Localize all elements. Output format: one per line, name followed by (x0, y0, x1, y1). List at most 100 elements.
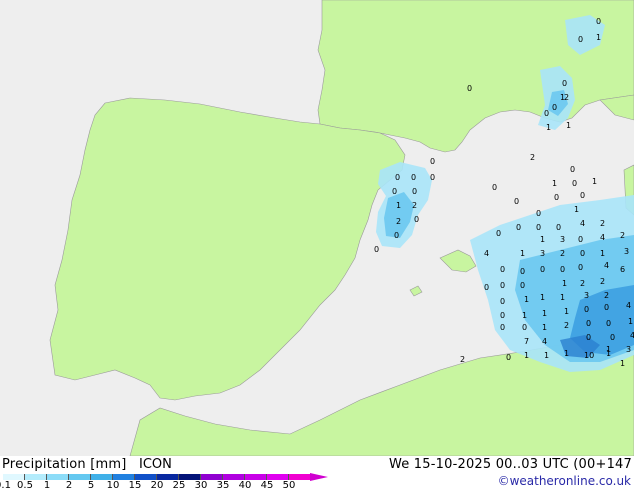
precip-label: 0 (374, 245, 379, 254)
precip-label: 1 (546, 123, 551, 132)
precip-label: 4 (600, 233, 605, 242)
precip-label: 0 (500, 297, 505, 306)
precip-label: 4 (542, 337, 547, 346)
credit-link[interactable]: ©weatheronline.co.uk (498, 474, 631, 488)
precip-label: 2 (600, 219, 605, 228)
precip-label: 2 (580, 279, 585, 288)
precip-label: 1 (620, 359, 625, 368)
precip-label: 0 (578, 235, 583, 244)
precip-label: 0 (411, 173, 416, 182)
precip-label: 1 (524, 351, 529, 360)
precip-label: 0 (392, 187, 397, 196)
precip-label: 3 (626, 345, 631, 354)
precip-label: 2 (396, 217, 401, 226)
precip-label: 0 (430, 173, 435, 182)
precip-label: 3 (540, 249, 545, 258)
precip-label: 0 (467, 84, 472, 93)
precip-label: 1 (600, 249, 605, 258)
precip-label: 0 (560, 265, 565, 274)
precip-label: 2 (460, 355, 465, 364)
precip-label: 1 (592, 177, 597, 186)
precip-label: 0 (606, 319, 611, 328)
precip-label: 1 (540, 293, 545, 302)
precip-label: 0 (520, 281, 525, 290)
precip-label: 0 (484, 283, 489, 292)
precip-label: 3 (584, 291, 589, 300)
precip-label: 6 (620, 265, 625, 274)
precip-label: 4 (604, 261, 609, 270)
precip-label: 0 (394, 231, 399, 240)
precip-label: 1 (564, 307, 569, 316)
precip-label: 0 (586, 319, 591, 328)
map-title: Precipitation [mm] (2, 457, 127, 472)
precip-label: 3 (624, 247, 629, 256)
precip-label: 0 (610, 333, 615, 342)
precip-label: 0 (580, 191, 585, 200)
precip-label: 1 (562, 279, 567, 288)
precip-label: 1 (628, 317, 633, 326)
precip-label: 1 (522, 311, 527, 320)
precip-label: 2 (620, 231, 625, 240)
precip-label: 0 (578, 35, 583, 44)
precip-label: 1 (396, 201, 401, 210)
map-footer: Precipitation [mm] ICON We 15-10-2025 00… (0, 456, 634, 491)
precip-label: 1 (606, 349, 611, 358)
precip-label: 0 (514, 197, 519, 206)
precip-label: 0 (536, 223, 541, 232)
precip-label: 4 (484, 249, 489, 258)
precip-label: 2 (600, 277, 605, 286)
precip-label: 0 (570, 165, 575, 174)
precip-label: 1 (542, 323, 547, 332)
precip-label: 2 (564, 321, 569, 330)
precip-label: 0 (412, 187, 417, 196)
precip-label: 0 (496, 229, 501, 238)
weather-map-page: 0 0 1 0 0 1 2 0 0 1 1 0 0 0 0 0 0 1 2 2 … (0, 0, 634, 491)
precip-label: 4 (580, 219, 585, 228)
precip-label: 0 (500, 311, 505, 320)
precip-label: 1 (520, 249, 525, 258)
model-name: ICON (139, 457, 172, 472)
precip-label: 2 (564, 93, 569, 102)
precip-label: 0 (520, 267, 525, 276)
precip-label: 0 (586, 333, 591, 342)
precip-label: 0 (572, 179, 577, 188)
precip-label: 7 (524, 337, 529, 346)
precip-label: 1 (574, 205, 579, 214)
precip-label: 1 (542, 309, 547, 318)
precip-label: 4 (630, 331, 634, 340)
precip-label: 0 (556, 223, 561, 232)
precip-label: 3 (560, 235, 565, 244)
precip-label: 2 (530, 153, 535, 162)
precip-label: 2 (604, 291, 609, 300)
precip-label: 1 (540, 235, 545, 244)
valid-time: We 15-10-2025 00..03 UTC (00+147 (388, 457, 632, 472)
precip-label: 1 (544, 351, 549, 360)
precip-label: 0 (552, 103, 557, 112)
precip-label: 0 (536, 209, 541, 218)
precip-label: 0 (540, 265, 545, 274)
precip-label: 4 (626, 301, 631, 310)
precip-label: 0 (544, 109, 549, 118)
precip-label: 1 (566, 121, 571, 130)
precip-label: 1 (564, 349, 569, 358)
precip-label: 1 (552, 179, 557, 188)
precip-label: 0 (500, 265, 505, 274)
precip-label: 0 (554, 193, 559, 202)
precip-label: 0 (604, 303, 609, 312)
precip-label: 0 (580, 249, 585, 258)
precip-label: 0 (492, 183, 497, 192)
precip-label: 0 (522, 323, 527, 332)
precip-label: 0 (395, 173, 400, 182)
legend-arrow-icon (310, 473, 328, 481)
precip-label: 0 (578, 263, 583, 272)
precip-label: 10 (584, 351, 594, 360)
precipitation-map: 0 0 1 0 0 1 2 0 0 1 1 0 0 0 0 0 0 1 2 2 … (0, 0, 634, 456)
precip-label: 0 (516, 223, 521, 232)
precip-label: 0 (584, 305, 589, 314)
precip-label: 1 (560, 293, 565, 302)
precip-label: 1 (596, 33, 601, 42)
precip-label: 0 (500, 323, 505, 332)
precip-label: 2 (412, 201, 417, 210)
precip-label: 0 (414, 215, 419, 224)
precip-label: 1 (524, 295, 529, 304)
